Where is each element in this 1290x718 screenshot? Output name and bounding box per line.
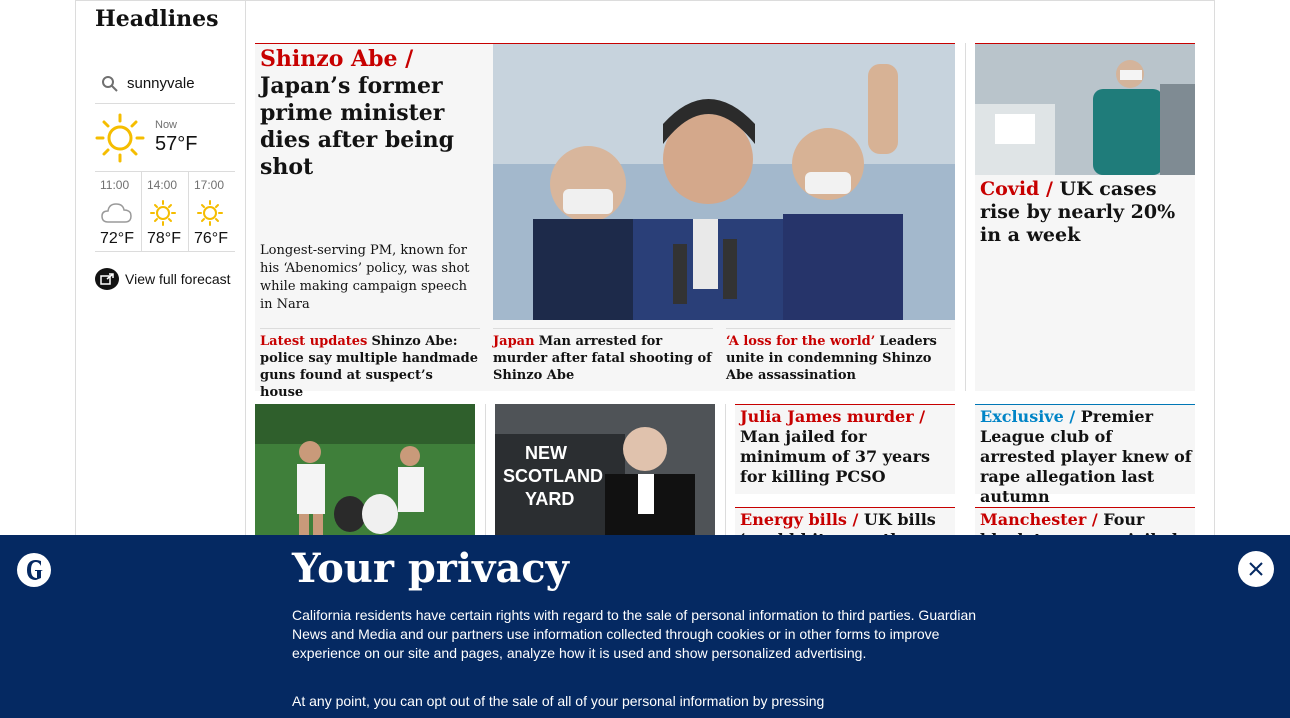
hour-time: 11:00 [100, 178, 130, 192]
related-kicker: Japan [493, 334, 535, 349]
view-forecast-link[interactable]: View full forecast [95, 268, 235, 290]
small-story-kicker: Energy bills / [740, 510, 859, 529]
main-story-image[interactable] [493, 44, 955, 320]
covid-story-image[interactable] [975, 44, 1195, 175]
related-kicker: ‘A loss for the world’ [726, 334, 876, 349]
main-story-headline[interactable]: Shinzo Abe / Japan’s former prime minist… [260, 46, 488, 181]
hour-forecast: 11:00 72°F [95, 172, 141, 251]
sun-icon [197, 200, 223, 226]
hourly-forecast: 11:00 72°F 14:00 78°F 17:00 76°F [95, 172, 235, 252]
privacy-text: California residents have certain rights… [292, 607, 977, 661]
covid-story-card[interactable]: Covid / UK cases rise by nearly 20% in a… [975, 43, 1195, 391]
small-story-headline[interactable]: Julia James murder / Man jailed for mini… [740, 407, 952, 487]
external-link-icon [95, 268, 119, 290]
column-divider [485, 404, 486, 535]
covid-story-headline[interactable]: Covid / UK cases rise by nearly 20% in a… [980, 178, 1192, 247]
sign-text-line: SCOTLAND [503, 466, 603, 486]
small-story-kicker: Exclusive / [980, 407, 1076, 426]
main-story-title: Japan’s former prime minister dies after… [260, 73, 455, 180]
small-story-title: Man jailed for minimum of 37 years for k… [740, 427, 931, 486]
tennis-story-image[interactable] [255, 404, 475, 544]
hour-temperature: 72°F [100, 230, 134, 247]
hour-forecast: 17:00 76°F [188, 172, 235, 251]
hour-temperature: 76°F [194, 230, 228, 247]
location-input[interactable] [127, 75, 227, 92]
sun-icon [150, 200, 176, 226]
small-story-kicker: Julia James murder / [740, 407, 926, 426]
sign-text-line: NEW [525, 443, 567, 463]
related-link[interactable]: ‘A loss for the world’ Leaders unite in … [726, 328, 951, 384]
privacy-title: Your privacy [292, 545, 569, 592]
main-story-card[interactable]: Shinzo Abe / Japan’s former prime minist… [255, 43, 955, 400]
privacy-text-optout: At any point, you can opt out of the sal… [292, 693, 825, 709]
search-icon [102, 75, 118, 92]
police-story-image[interactable]: NEW SCOTLAND YARD [495, 404, 715, 544]
covid-story-separator: / [1045, 178, 1053, 200]
now-temperature: 57°F [155, 133, 198, 155]
small-story-headline[interactable]: Exclusive / Premier League club of arres… [980, 407, 1192, 507]
hour-temperature: 78°F [147, 230, 181, 247]
main-story-standfirst: Longest-serving PM, known for his ‘Abeno… [260, 243, 470, 312]
hour-time: 17:00 [194, 178, 225, 192]
sign-text-line: YARD [525, 489, 574, 509]
main-story-kicker: Shinzo Abe / [260, 46, 414, 72]
current-weather: Now 57°F [95, 104, 235, 172]
guardian-logo-icon [17, 553, 51, 587]
privacy-banner: Your privacy California residents have c… [0, 535, 1290, 718]
related-link[interactable]: Japan Man arrested for murder after fata… [493, 328, 713, 384]
cloud-icon [101, 203, 132, 223]
small-story-kicker: Manchester / [980, 510, 1098, 529]
now-label: Now [155, 119, 178, 131]
small-story-card[interactable]: Julia James murder / Man jailed for mini… [735, 404, 955, 494]
view-forecast-label: View full forecast [125, 271, 231, 287]
section-title: Headlines [95, 6, 219, 32]
column-divider [245, 32, 246, 535]
column-divider [965, 43, 966, 391]
title-divider [245, 0, 246, 32]
related-links: Latest updates Shinzo Abe: police say mu… [255, 328, 955, 400]
small-story-card[interactable]: Exclusive / Premier League club of arres… [975, 404, 1195, 506]
hour-forecast: 14:00 78°F [141, 172, 188, 251]
covid-story-kicker: Covid [980, 178, 1040, 200]
related-link[interactable]: Latest updates Shinzo Abe: police say mu… [260, 328, 480, 401]
weather-widget: Now 57°F 11:00 72°F 14:00 78°F [95, 64, 235, 290]
weather-search[interactable] [95, 64, 235, 104]
related-kicker: Latest updates [260, 334, 368, 349]
close-icon [1249, 562, 1263, 576]
column-divider [725, 404, 726, 535]
close-button[interactable] [1238, 551, 1274, 587]
hour-time: 14:00 [147, 178, 178, 192]
sun-icon [95, 113, 145, 162]
